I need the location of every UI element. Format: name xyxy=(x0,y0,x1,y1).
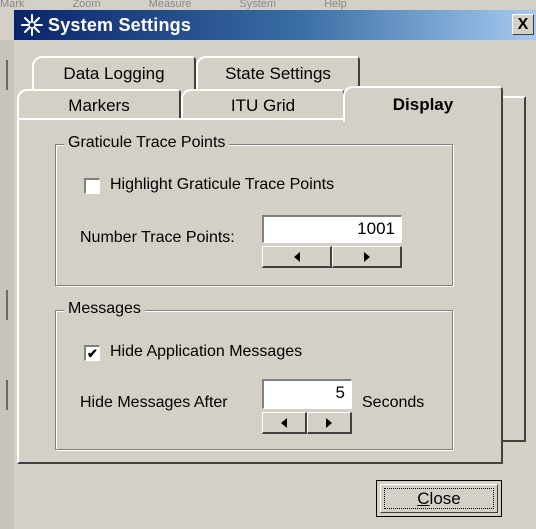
display-tab-panel: Graticule Trace Points Highlight Graticu… xyxy=(17,118,503,464)
trace-points-increment-button[interactable] xyxy=(332,246,402,268)
tab-label: Markers xyxy=(68,96,130,115)
dialog-titlebar[interactable]: System Settings X xyxy=(14,10,536,40)
right-arrow-icon xyxy=(363,251,370,262)
tab-label: Display xyxy=(392,95,454,114)
check-mark-icon: ✔ xyxy=(87,346,98,361)
close-window-button[interactable]: X xyxy=(512,14,534,35)
left-arrow-icon xyxy=(281,417,287,428)
messages-group-title: Messages xyxy=(64,300,145,318)
tab-label: Data Logging xyxy=(63,64,165,83)
background-window-edge xyxy=(0,40,14,529)
tab-itu-grid[interactable]: ITU Grid xyxy=(181,89,345,121)
number-trace-points-input[interactable]: 1001 xyxy=(262,215,402,243)
tab-data-logging[interactable]: Data Logging xyxy=(32,56,196,90)
dialog-title: System Settings xyxy=(48,14,192,35)
tab-label: ITU Grid xyxy=(230,96,296,115)
trace-points-decrement-button[interactable] xyxy=(262,246,332,268)
close-button-label: lose xyxy=(429,488,461,508)
seconds-decrement-button[interactable] xyxy=(262,412,307,434)
hide-messages-checkbox[interactable]: ✔ xyxy=(84,345,100,361)
messages-group: Messages ✔ Hide Application Messages Hid… xyxy=(55,300,453,450)
close-button[interactable]: Close xyxy=(376,480,502,517)
graticule-group: Graticule Trace Points Highlight Graticu… xyxy=(55,134,453,286)
seconds-increment-button[interactable] xyxy=(307,412,352,434)
seconds-unit-label: Seconds xyxy=(362,394,425,411)
background-menubar-fragment: Mark Zoom Measure System Help xyxy=(0,0,536,10)
right-arrow-icon xyxy=(326,417,332,428)
graticule-group-title: Graticule Trace Points xyxy=(64,134,230,152)
hide-after-seconds-input[interactable]: 5 xyxy=(262,379,352,409)
hide-after-label: Hide Messages After xyxy=(80,394,228,411)
app-sparkle-icon xyxy=(20,13,44,37)
left-arrow-icon xyxy=(293,251,300,262)
hide-messages-label: Hide Application Messages xyxy=(110,343,303,360)
highlight-graticule-checkbox[interactable] xyxy=(84,178,100,194)
tab-label: State Settings xyxy=(225,64,331,83)
number-trace-points-label: Number Trace Points: xyxy=(80,229,235,246)
tab-state-settings[interactable]: State Settings xyxy=(196,56,360,90)
highlight-graticule-label: Highlight Graticule Trace Points xyxy=(110,176,335,193)
close-accelerator: C xyxy=(417,488,430,508)
tab-display[interactable]: Display xyxy=(343,86,503,122)
tab-markers[interactable]: Markers xyxy=(17,89,181,121)
